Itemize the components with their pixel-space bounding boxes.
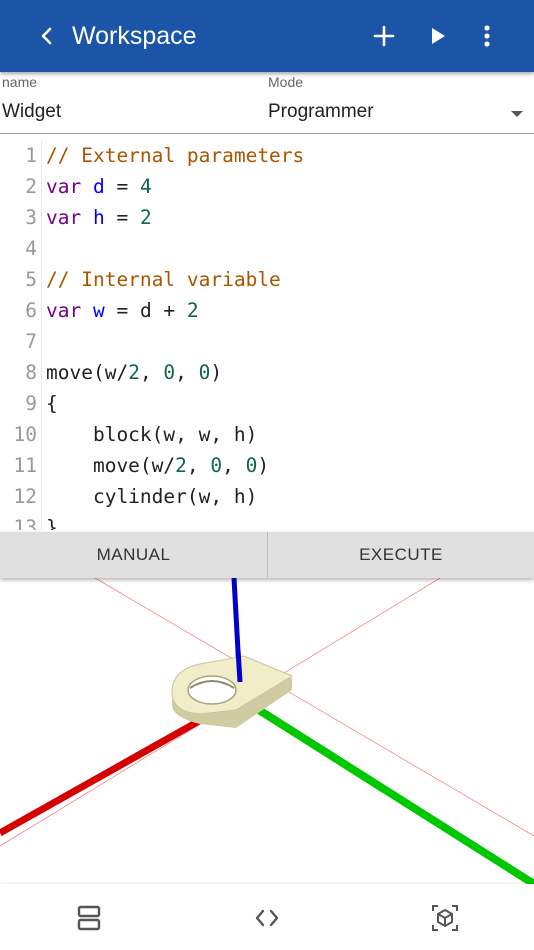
line-number: 11 [13, 454, 37, 477]
code-token: var [46, 206, 82, 229]
code-token: move(w/ [46, 454, 176, 477]
3d-scene [0, 578, 534, 884]
code-token: var [46, 299, 82, 322]
z-axis-front [235, 649, 243, 683]
line-number: 6 [25, 299, 37, 322]
play-icon[interactable] [421, 20, 453, 52]
line-number: 5 [25, 268, 37, 291]
code-token: 0 [245, 454, 258, 477]
code-token: 0 [210, 454, 223, 477]
split-view-icon[interactable] [71, 900, 107, 936]
code-text: // Internal variable [46, 264, 281, 295]
line-number: 13 [13, 516, 37, 530]
code-token: // Internal variable [46, 268, 281, 291]
code-token: 0 [198, 361, 211, 384]
code-token: // External parameters [46, 144, 305, 167]
line-number: 1 [25, 144, 37, 167]
name-field-label: name [2, 74, 38, 90]
3d-view-icon[interactable] [427, 900, 463, 936]
code-text: var d = 4 [46, 171, 152, 202]
code-token: , [139, 361, 164, 384]
code-token: 2 [128, 361, 140, 384]
code-text: } [46, 512, 58, 530]
line-number: 2 [25, 175, 37, 198]
code-token: = [104, 206, 140, 229]
code-text: block(w, w, h) [46, 419, 257, 450]
code-token: cylinder(w, h) [46, 485, 258, 508]
code-text: var h = 2 [46, 202, 152, 233]
code-token: = [104, 175, 140, 198]
code-token: , [186, 454, 211, 477]
code-text: move(w/2, 0, 0) [46, 450, 269, 481]
line-number: 4 [25, 237, 37, 260]
manual-button[interactable]: MANUAL [0, 532, 267, 578]
code-text: move(w/2, 0, 0) [46, 357, 222, 388]
page-title: Workspace [72, 22, 197, 50]
code-token: = d + [104, 299, 187, 322]
mode-select-value: Programmer [268, 101, 374, 122]
chevron-left-icon[interactable] [33, 22, 61, 50]
mode-select[interactable]: Programmer [268, 101, 534, 129]
line-number: 8 [25, 361, 37, 384]
code-token: 0 [163, 361, 176, 384]
code-token: var [46, 175, 82, 198]
code-text: // External parameters [46, 140, 304, 171]
code-token: , [222, 454, 246, 477]
app-bar: Workspace [0, 0, 534, 72]
execute-button[interactable]: EXECUTE [268, 532, 534, 578]
code-token: ) [210, 361, 223, 384]
line-number: 12 [13, 485, 37, 508]
more-vert-icon[interactable] [471, 20, 503, 52]
line-number: 9 [25, 392, 37, 415]
name-field[interactable]: Widget [2, 101, 61, 123]
fields-underline [0, 133, 534, 134]
code-token: block(w, w, h) [46, 423, 258, 446]
code-token: , [175, 361, 199, 384]
code-text: cylinder(w, h) [46, 481, 257, 512]
line-number: 3 [25, 206, 37, 229]
bottom-nav [0, 884, 534, 950]
code-text: { [46, 388, 58, 419]
dropdown-arrow-icon[interactable] [511, 111, 523, 117]
code-token: ) [257, 454, 270, 477]
code-token: h [92, 206, 105, 229]
code-text: var w = d + 2 [46, 295, 199, 326]
code-token: { [46, 392, 58, 415]
add-icon[interactable] [368, 20, 400, 52]
code-token: 4 [139, 175, 152, 198]
code-token: 2 [175, 454, 187, 477]
code-token: 2 [139, 206, 152, 229]
code-editor[interactable]: 1 // External parameters 2 var d = 4 3 var h … [0, 140, 534, 530]
code-token: 2 [186, 299, 199, 322]
mode-field-label: Mode [268, 74, 304, 90]
code-token: } [46, 516, 58, 530]
action-button-bar: MANUAL EXECUTE [0, 532, 534, 578]
code-icon[interactable] [249, 900, 285, 936]
code-token: d [92, 175, 105, 198]
grid-guide-line [94, 578, 534, 837]
line-number: 10 [13, 423, 37, 446]
3d-viewport[interactable] [0, 578, 534, 884]
line-number: 7 [25, 330, 37, 353]
code-token: move(w/ [46, 361, 129, 384]
y-axis [237, 694, 534, 884]
code-token: w [92, 299, 105, 322]
